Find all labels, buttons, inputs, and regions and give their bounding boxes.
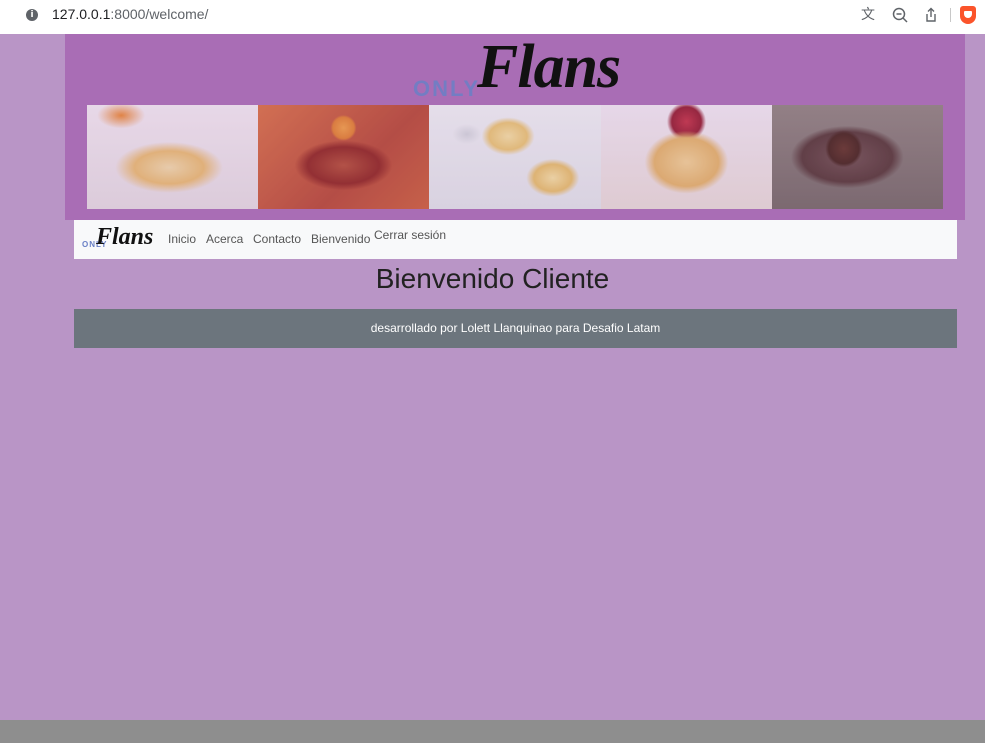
navbar-brand[interactable]: ONLY Flans	[82, 224, 154, 252]
banner-image-4	[600, 105, 772, 209]
nav-link-inicio[interactable]: Inicio	[168, 232, 196, 246]
banner-image-3	[429, 105, 601, 209]
footer-text: desarrollado por Lolett Llanquinao para …	[370, 321, 661, 335]
logo-flans-text: Flans	[477, 33, 621, 101]
flan-banner	[87, 105, 944, 209]
bottom-strip	[0, 720, 985, 743]
navbar-brand-flans: Flans	[96, 224, 154, 250]
navbar: ONLY Flans Inicio Acerca Contacto Bienve…	[74, 220, 957, 259]
page-title: Bienvenido Cliente	[375, 263, 610, 294]
footer: desarrollado por Lolett Llanquinao para …	[74, 309, 957, 348]
nav-link-acerca[interactable]: Acerca	[206, 232, 243, 246]
share-icon[interactable]	[922, 6, 940, 24]
banner-image-1	[87, 105, 259, 209]
header-logo: ONLY Flans	[413, 33, 633, 106]
info-icon[interactable]: i	[26, 9, 38, 21]
toolbar-separator	[950, 8, 951, 22]
logo-only-text: ONLY	[413, 76, 481, 101]
brave-icon[interactable]	[960, 6, 976, 24]
zoom-out-icon[interactable]	[891, 6, 909, 24]
nav-link-contacto[interactable]: Contacto	[253, 232, 301, 246]
nav-link-cerrar-sesion[interactable]: Cerrar sesión	[374, 228, 446, 242]
url-field[interactable]: 127.0.0.1:8000/welcome/	[52, 6, 208, 22]
nav-link-bienvenido[interactable]: Bienvenido	[311, 232, 370, 246]
banner-image-5	[771, 105, 944, 209]
site-header: ONLY Flans	[65, 33, 965, 220]
banner-image-2	[258, 105, 430, 209]
translate-icon[interactable]: 文	[859, 6, 877, 24]
browser-address-bar: i 127.0.0.1:8000/welcome/ 文	[0, 0, 985, 34]
